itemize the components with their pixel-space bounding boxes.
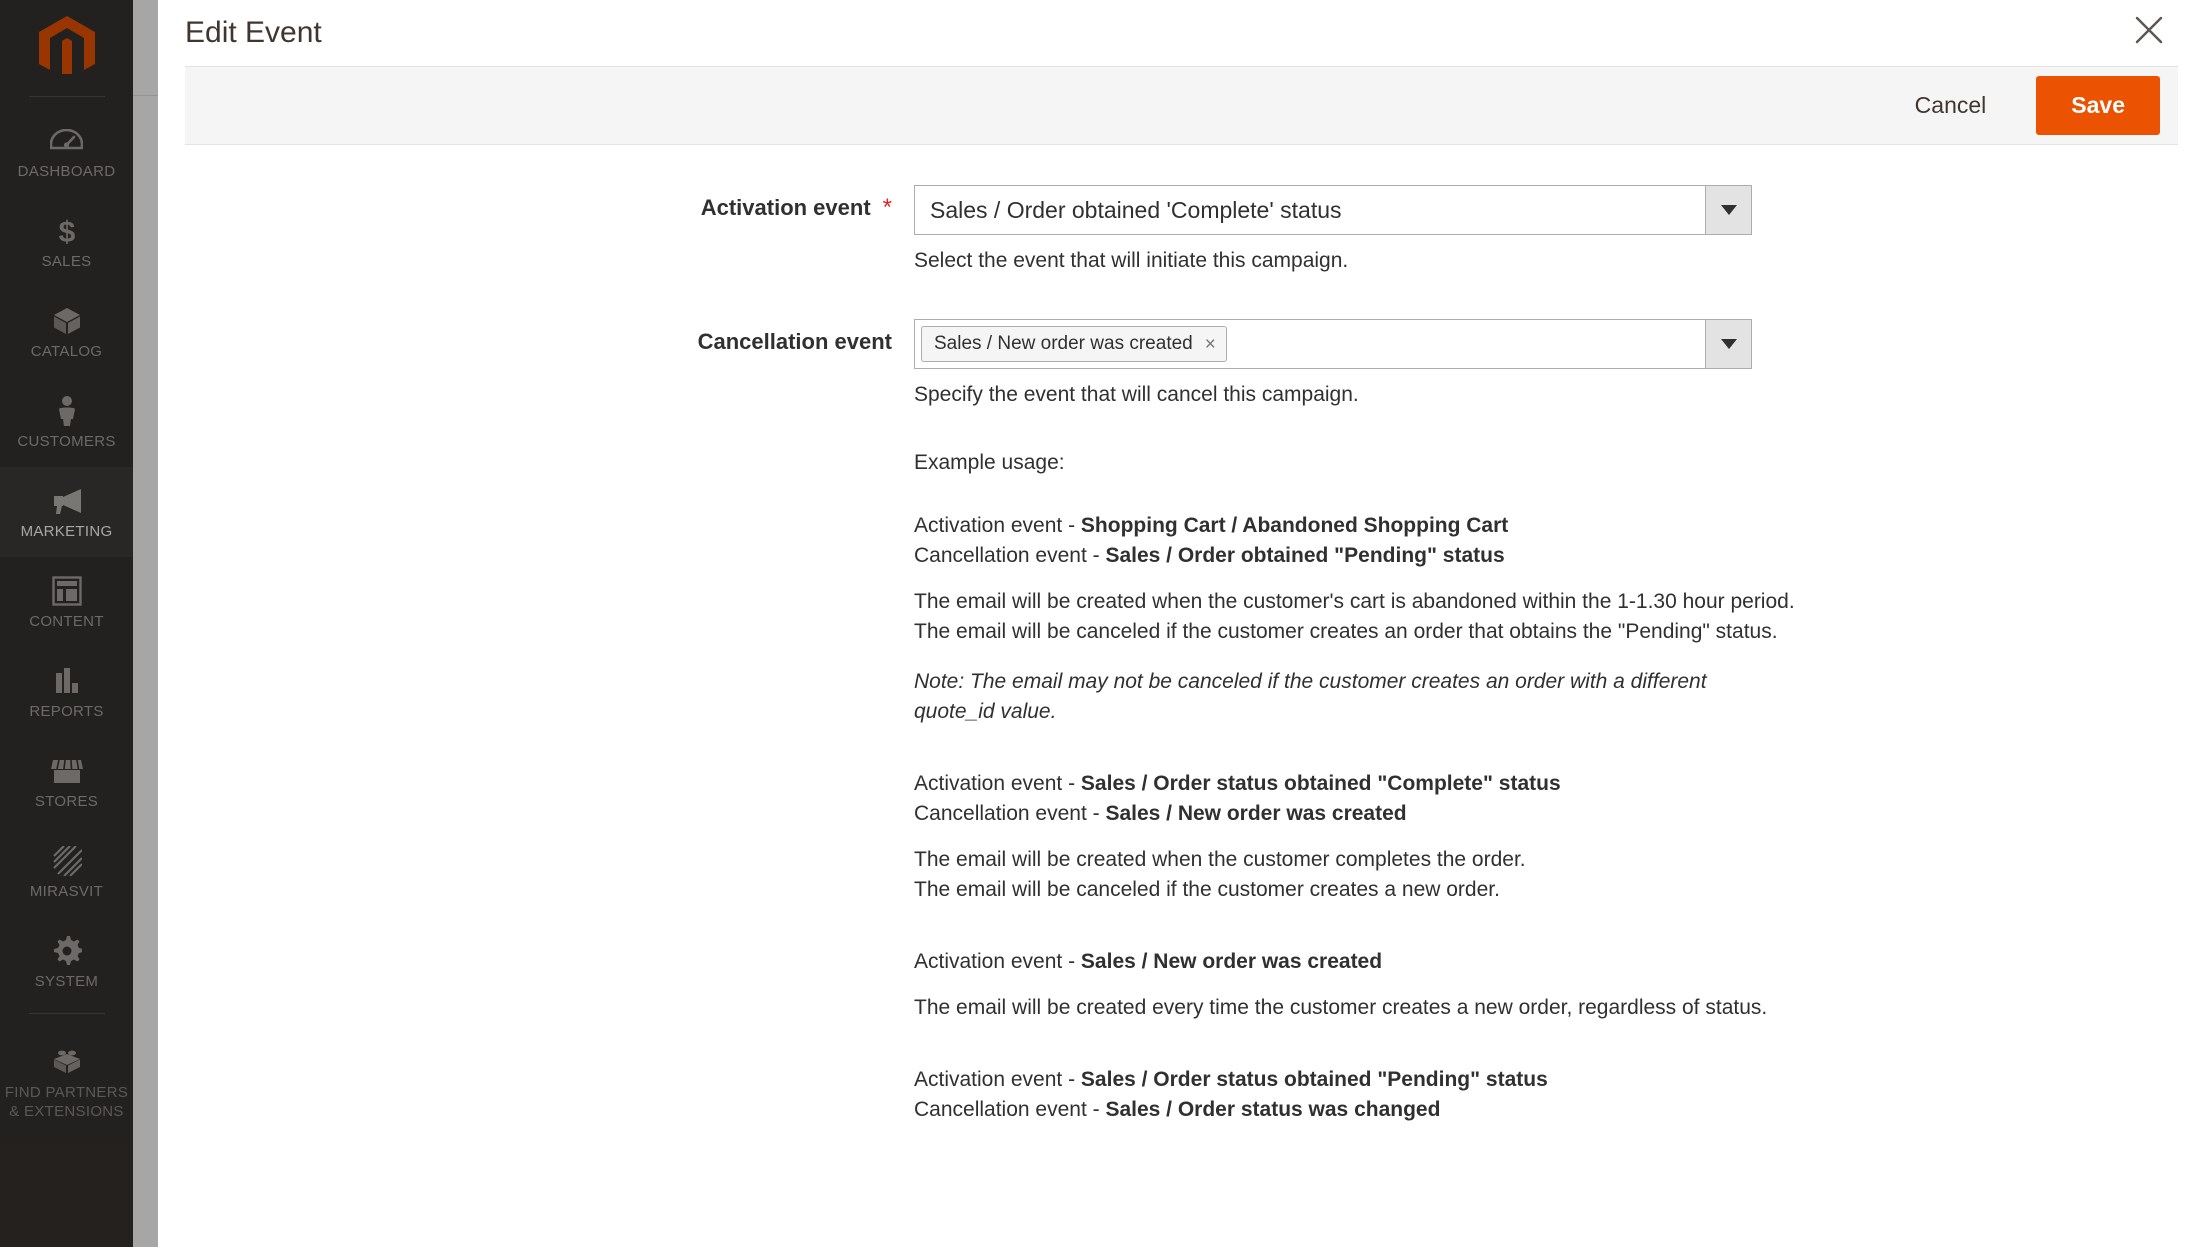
caret-shape — [1720, 205, 1737, 215]
example-cancellation-line: Cancellation event - Sales / New order w… — [914, 799, 1934, 829]
cancellation-event-label: Cancellation event — [697, 329, 892, 354]
cancel-button[interactable]: Cancel — [1887, 80, 2015, 131]
example-paragraph: The email will be created when the custo… — [914, 848, 1526, 901]
activation-event-label-col: Activation event * — [158, 185, 892, 221]
selected-chip[interactable]: Sales / New order was created × — [921, 326, 1227, 362]
example-activation-line: Activation event - Sales / Order status … — [914, 1065, 1934, 1095]
save-button[interactable]: Save — [2036, 76, 2160, 135]
required-asterisk-icon: * — [882, 194, 892, 221]
example-usage-heading: Example usage: — [914, 451, 1065, 474]
example-note: Note: The email may not be canceled if t… — [914, 670, 1707, 723]
example-cancellation-value: Sales / Order obtained "Pending" status — [1105, 544, 1505, 567]
modal-title-bar: Edit Event — [158, 0, 2205, 66]
remove-chip-icon[interactable]: × — [1205, 335, 1216, 354]
selected-chip-label: Sales / New order was created — [934, 333, 1193, 354]
chevron-down-icon[interactable] — [1705, 320, 1751, 368]
activation-event-field-row: Activation event * Sales / Order obtaine… — [158, 185, 2205, 273]
example-activation-prefix: Activation event - — [914, 772, 1081, 795]
example-paragraph: The email will be created when the custo… — [914, 590, 1795, 643]
example-paragraph: The email will be created every time the… — [914, 996, 1768, 1019]
example-activation-line: Activation event - Sales / Order status … — [914, 769, 1934, 799]
example-usage-block: Example usage: Activation event - Shoppi… — [914, 451, 1934, 1125]
edit-event-modal: Edit Event Cancel Save Activation event … — [158, 0, 2205, 1247]
example-activation-value: Sales / Order status obtained "Complete"… — [1080, 772, 1561, 795]
activation-event-selected-value: Sales / Order obtained 'Complete' status — [930, 196, 1342, 223]
close-icon[interactable] — [2127, 8, 2171, 52]
cancellation-event-multiselect[interactable]: Sales / New order was created × — [914, 319, 1752, 369]
example-cancellation-value: Sales / New order was created — [1105, 802, 1407, 825]
cancellation-event-control-col: Sales / New order was created × Specify … — [914, 319, 1752, 407]
example-activation-prefix: Activation event - — [914, 514, 1081, 537]
example-activation-line: Activation event - Sales / New order was… — [914, 947, 1934, 977]
example-cancellation-prefix: Cancellation event - — [914, 544, 1106, 567]
example-cancellation-value: Sales / Order status was changed — [1105, 1098, 1441, 1121]
example-activation-prefix: Activation event - — [914, 950, 1081, 973]
activation-event-select[interactable]: Sales / Order obtained 'Complete' status — [914, 185, 1752, 235]
cancellation-event-selected-values: Sales / New order was created × — [915, 320, 1705, 368]
cancellation-event-note: Specify the event that will cancel this … — [914, 383, 1359, 406]
modal-action-bar: Cancel Save — [185, 66, 2178, 145]
activation-event-control-col: Sales / Order obtained 'Complete' status… — [914, 185, 1752, 273]
example-cancellation-prefix: Cancellation event - — [914, 802, 1106, 825]
example-group: Activation event - Sales / Order status … — [914, 769, 1934, 905]
example-group: Activation event - Sales / New order was… — [914, 947, 1934, 1023]
cancellation-event-label-col: Cancellation event — [158, 319, 892, 355]
example-activation-value: Shopping Cart / Abandoned Shopping Cart — [1080, 514, 1509, 537]
example-group: Activation event - Sales / Order status … — [914, 1065, 1934, 1125]
example-activation-value: Sales / New order was created — [1080, 950, 1383, 973]
example-cancellation-line: Cancellation event - Sales / Order statu… — [914, 1095, 1934, 1125]
example-group: Activation event - Shopping Cart / Aband… — [914, 511, 1934, 727]
chevron-down-icon[interactable] — [1705, 186, 1751, 234]
activation-event-label: Activation event — [700, 195, 871, 220]
activation-event-note: Select the event that will initiate this… — [914, 249, 1349, 272]
caret-shape — [1720, 339, 1737, 349]
admin-app: Tea La Tr — [0, 0, 2205, 1247]
example-cancellation-prefix: Cancellation event - — [914, 1098, 1106, 1121]
example-cancellation-line: Cancellation event - Sales / Order obtai… — [914, 541, 1934, 571]
example-activation-value: Sales / Order status obtained "Pending" … — [1080, 1068, 1548, 1091]
example-activation-prefix: Activation event - — [914, 1068, 1081, 1091]
cancellation-event-field-row: Cancellation event Sales / New order was… — [158, 319, 2205, 407]
modal-title: Edit Event — [185, 16, 322, 49]
modal-body: Activation event * Sales / Order obtaine… — [158, 145, 2205, 1125]
example-activation-line: Activation event - Shopping Cart / Aband… — [914, 511, 1934, 541]
